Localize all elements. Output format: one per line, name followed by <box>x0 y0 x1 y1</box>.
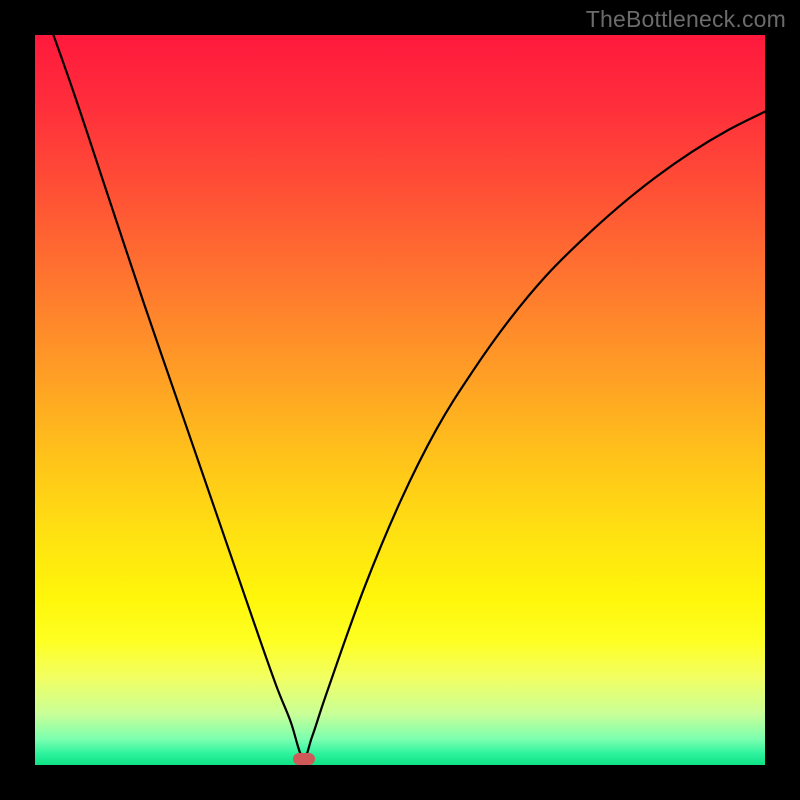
chart-svg <box>35 35 765 765</box>
chart-frame: TheBottleneck.com <box>0 0 800 800</box>
watermark-text: TheBottleneck.com <box>586 6 786 33</box>
gradient-background <box>35 35 765 765</box>
optimum-marker <box>293 753 315 765</box>
plot-area <box>35 35 765 765</box>
